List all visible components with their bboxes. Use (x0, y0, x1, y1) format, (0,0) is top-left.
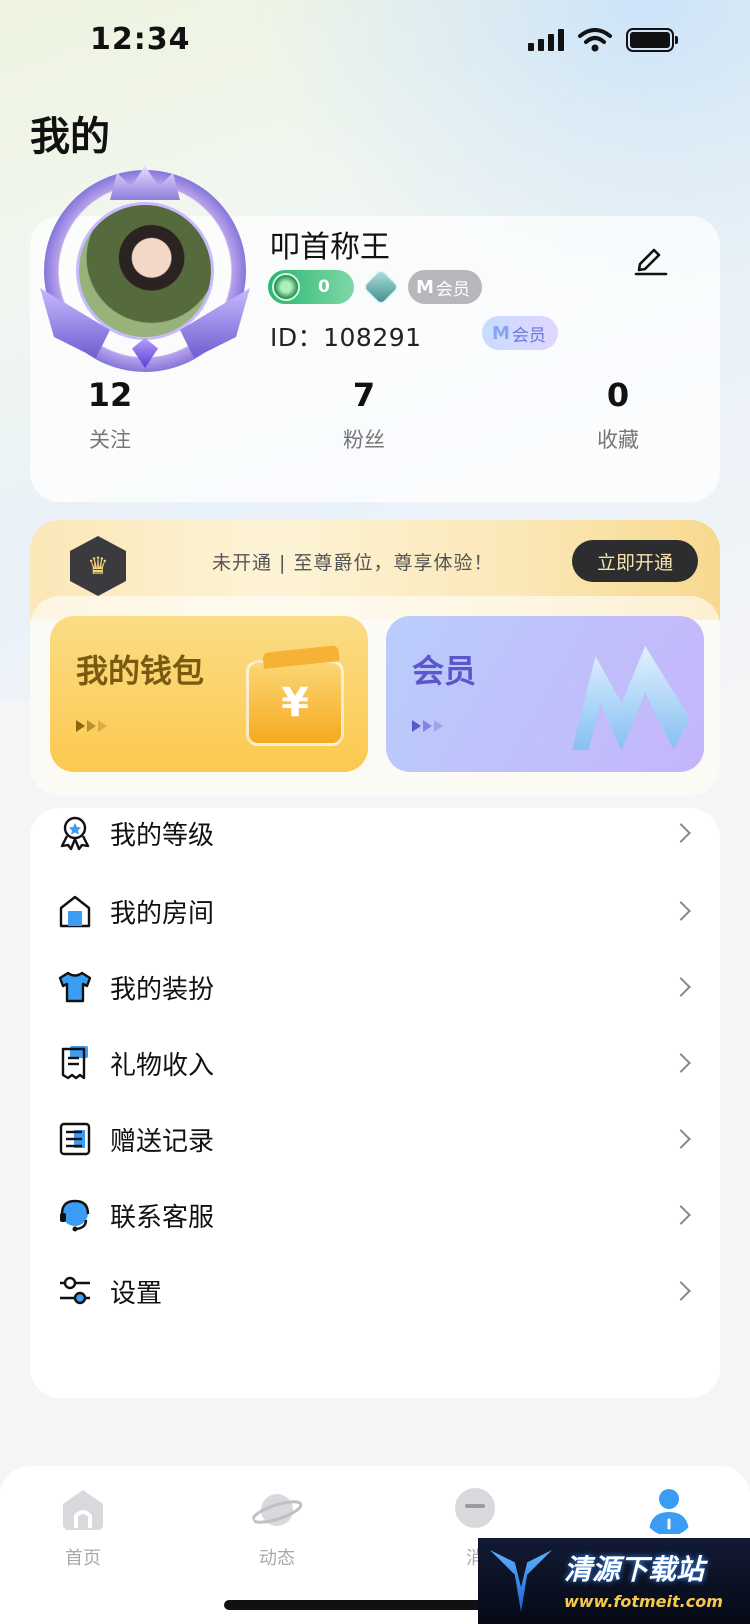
menu-label: 我的等级 (110, 820, 215, 851)
stat-value: 7 (352, 376, 376, 414)
page-title: 我的 (30, 114, 110, 160)
message-icon (455, 1488, 495, 1528)
noble-banner: ♛ 未开通 | 至尊爵位，尊享体验！ 立即开通 我的钱包 ¥ 会员 (30, 520, 720, 796)
avatar-image (76, 202, 214, 340)
level-badge-icon (272, 273, 300, 301)
vip-tile[interactable]: 会员 (386, 616, 704, 772)
settings-icon (60, 1276, 90, 1305)
tab-label: 首页 (65, 1548, 101, 1569)
vip-badge[interactable]: M 会员 (408, 270, 482, 304)
avatar[interactable] (40, 166, 250, 372)
menu-item-outfit[interactable]: 我的装扮 (30, 948, 720, 1026)
record-icon (59, 1122, 91, 1156)
watermark-icon (490, 1550, 552, 1612)
wifi-icon (578, 28, 612, 52)
watermark-url: www.fotmeit.com (564, 1592, 723, 1611)
vip-badge-mark: M (416, 276, 434, 298)
open-noble-button[interactable]: 立即开通 (572, 540, 698, 582)
triple-arrow-icon (76, 720, 107, 732)
stat-value: 0 (606, 376, 630, 414)
vip-logo-icon (572, 646, 690, 750)
battery-icon (626, 28, 678, 52)
chevron-right-icon (671, 901, 691, 921)
nickname: 叩首称王 (270, 230, 390, 265)
headset-icon (60, 1199, 90, 1232)
chevron-right-icon (671, 1281, 691, 1301)
chevron-right-icon (671, 1205, 691, 1225)
watermark-title: 清源下载站 (564, 1553, 705, 1586)
wallet-tile[interactable]: 我的钱包 ¥ (50, 616, 368, 772)
watermark-logo: 清源下载站 www.fotmeit.com (478, 1538, 750, 1624)
menu-item-gift-income[interactable]: 礼物收入 (30, 1024, 720, 1102)
wallet-title: 我的钱包 (76, 652, 205, 690)
menu-item-send-record[interactable]: 赠送记录 (30, 1100, 720, 1178)
vip-tag-label: 会员 (511, 325, 546, 346)
wallet-icon: ¥ (246, 660, 344, 746)
stat-favorites[interactable]: 0 收藏 (538, 376, 698, 454)
menu-item-room[interactable]: 我的房间 (30, 872, 720, 950)
status-time: 12:34 (90, 22, 191, 57)
menu-item-settings[interactable]: 设置 (30, 1252, 720, 1330)
receipt-icon (61, 1046, 88, 1080)
stats-row: 12 关注 7 粉丝 0 收藏 (30, 376, 720, 466)
menu-item-customer-service[interactable]: 联系客服 (30, 1176, 720, 1254)
menu-list: 我的等级 我的房间 我的装扮 礼物收入 赠送记录 联系客服 设置 (30, 808, 720, 1398)
noble-promo-text: 未开通 | 至尊爵位，尊享体验！ (212, 552, 494, 574)
badge-row: 0 M 会员 (268, 267, 482, 307)
frame-crown-icon (110, 166, 180, 200)
stat-value: 12 (87, 376, 133, 414)
vip-title: 会员 (412, 652, 477, 690)
signal-icon (528, 29, 564, 51)
profile-icon (649, 1489, 689, 1534)
chevron-right-icon (671, 1129, 691, 1149)
menu-label: 联系客服 (110, 1202, 215, 1233)
shirt-icon (58, 971, 92, 1003)
stat-label: 关注 (89, 428, 131, 452)
vip-tag-mark: M (492, 322, 510, 344)
user-id: ID：108291 (270, 323, 422, 352)
level-badge[interactable]: 0 (268, 270, 354, 304)
menu-label: 礼物收入 (110, 1050, 215, 1081)
level-value: 0 (318, 277, 330, 297)
tab-label: 动态 (259, 1548, 295, 1569)
stat-following[interactable]: 12 关注 (30, 376, 190, 454)
chevron-right-icon (671, 1053, 691, 1073)
noble-badge-icon[interactable] (361, 267, 401, 307)
edit-icon[interactable] (632, 240, 668, 276)
stat-label: 收藏 (597, 428, 639, 452)
triple-arrow-icon (412, 720, 443, 732)
tab-home[interactable]: 首页 (28, 1484, 138, 1570)
home-icon (63, 1490, 103, 1530)
stat-label: 粉丝 (343, 428, 385, 452)
status-icons (528, 28, 678, 52)
menu-label: 我的装扮 (110, 974, 215, 1005)
menu-label: 我的房间 (110, 898, 215, 929)
tab-feed[interactable]: 动态 (222, 1484, 332, 1570)
planet-icon (251, 1494, 303, 1526)
stat-fans[interactable]: 7 粉丝 (284, 376, 444, 454)
menu-item-level[interactable]: 我的等级 (30, 794, 720, 872)
vip-badge-label: 会员 (435, 279, 470, 300)
room-icon (59, 895, 91, 928)
menu-label: 赠送记录 (110, 1126, 215, 1157)
menu-label: 设置 (110, 1278, 163, 1309)
chevron-right-icon (671, 977, 691, 997)
medal-icon (60, 816, 90, 851)
status-bar: 12:34 (0, 0, 750, 90)
vip-tag[interactable]: M 会员 (482, 316, 558, 350)
crown-icon: ♛ (70, 536, 126, 596)
tab-profile[interactable] (614, 1484, 724, 1544)
chevron-right-icon (671, 823, 691, 843)
